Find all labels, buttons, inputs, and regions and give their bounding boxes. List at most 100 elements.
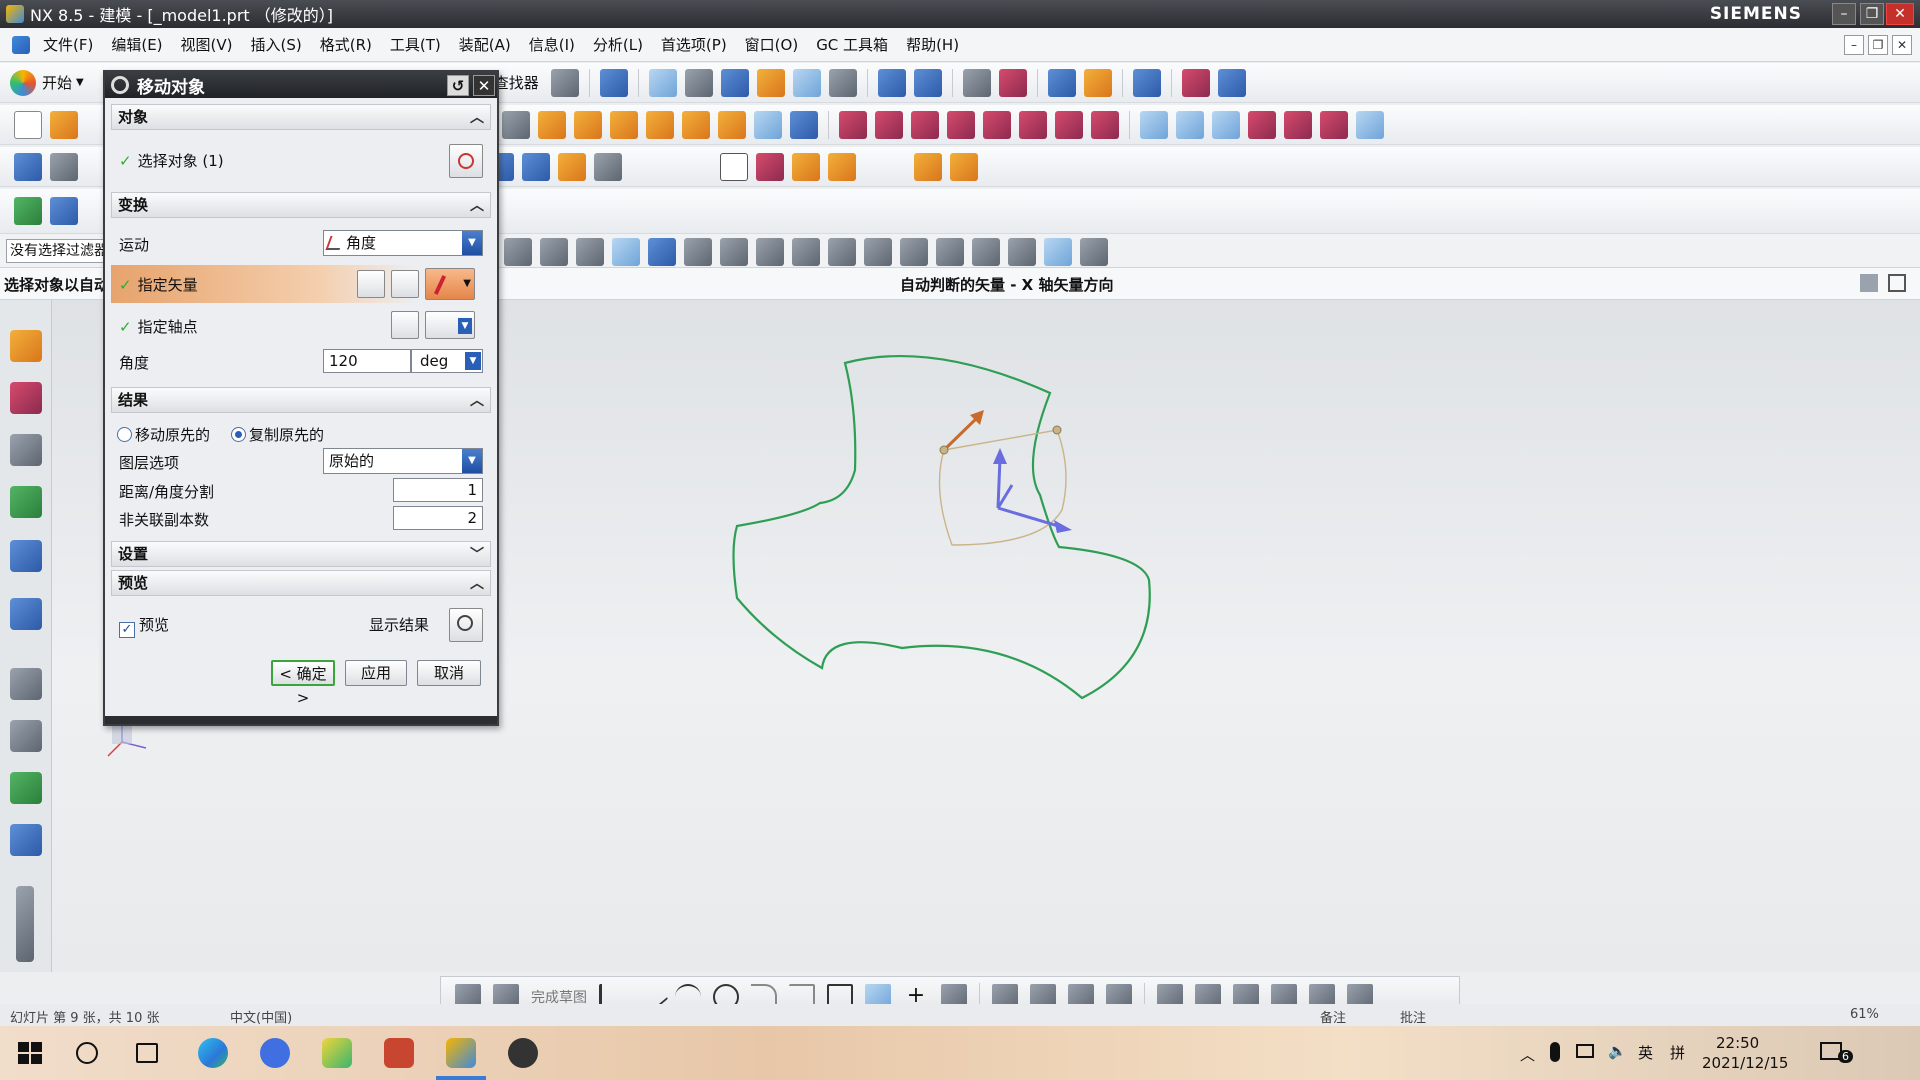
powerpoint-icon[interactable]: [384, 1038, 414, 1068]
ruler-icon[interactable]: [1217, 68, 1246, 97]
sew-icon[interactable]: [1019, 110, 1047, 139]
menu-view[interactable]: 视图(V): [172, 31, 242, 59]
history-icon[interactable]: [10, 668, 42, 700]
profile-curve[interactable]: [732, 355, 1151, 700]
hd3d-tools-icon[interactable]: [10, 540, 42, 572]
restore-button[interactable]: ❐: [1860, 3, 1884, 25]
hole-icon[interactable]: [610, 110, 638, 139]
web-browser-icon[interactable]: [10, 598, 42, 630]
gear-icon[interactable]: [111, 76, 129, 94]
network-icon[interactable]: [1576, 1044, 1594, 1058]
layout-icon[interactable]: [550, 68, 579, 97]
move-original-option[interactable]: 移动原先的: [117, 424, 210, 445]
reverse-direction-button[interactable]: [357, 270, 385, 298]
shaded-icon[interactable]: [684, 68, 713, 97]
point-constructor-icon[interactable]: [1080, 238, 1108, 266]
menu-help[interactable]: 帮助(H): [897, 31, 968, 59]
app-b-icon[interactable]: [322, 1038, 352, 1068]
copy-original-option[interactable]: 复制原先的: [231, 424, 324, 445]
menu-analysis[interactable]: 分析(L): [584, 31, 652, 59]
zoom-level[interactable]: 61%: [1850, 1007, 1879, 1022]
volume-icon[interactable]: 🔈: [1608, 1042, 1627, 1060]
select-object-row[interactable]: ✓ 选择对象 (1): [111, 140, 491, 180]
orient-icon[interactable]: [792, 68, 821, 97]
pivot-point[interactable]: [939, 445, 949, 455]
mesh-surface-icon[interactable]: [1176, 110, 1204, 139]
search-icon[interactable]: [76, 1042, 98, 1064]
menu-window[interactable]: 窗口(O): [736, 31, 808, 59]
menu-assembly[interactable]: 装配(A): [450, 31, 520, 59]
roles-icon[interactable]: [10, 824, 42, 856]
clock-date[interactable]: 2021/12/15: [1702, 1054, 1788, 1072]
split-icon[interactable]: [983, 110, 1011, 139]
datum-axis-icon[interactable]: [522, 152, 550, 181]
start-button[interactable]: 开始 ▼: [10, 69, 84, 96]
part-navigator-tab-icon[interactable]: [10, 434, 42, 466]
select-mode-icon[interactable]: [913, 68, 942, 97]
motion-select[interactable]: 角度 ▼: [323, 230, 483, 256]
task-view-icon[interactable]: [136, 1043, 158, 1063]
windows-start-icon[interactable]: [16, 1038, 46, 1068]
triangle-icon[interactable]: [720, 152, 748, 181]
fullscreen-icon[interactable]: [1860, 274, 1878, 292]
assembly-navigator-icon[interactable]: [10, 330, 42, 362]
snap-endpoint-icon[interactable]: [684, 238, 712, 266]
ruled-icon[interactable]: [1356, 110, 1384, 139]
reset-icon[interactable]: ↺: [447, 75, 469, 96]
expression-icon[interactable]: [828, 152, 856, 181]
section-preview-header[interactable]: 预览 ︿: [111, 570, 491, 596]
close-window-button[interactable]: ✕: [1886, 3, 1914, 25]
microphone-icon[interactable]: [1550, 1042, 1560, 1062]
n-sided-icon[interactable]: [1320, 110, 1348, 139]
menu-preferences[interactable]: 首选项(P): [652, 31, 736, 59]
render-style-icon[interactable]: [599, 68, 628, 97]
through-curves-icon[interactable]: [1212, 110, 1240, 139]
vector-dialog-button[interactable]: [391, 270, 419, 298]
unite-icon[interactable]: [790, 110, 818, 139]
thicken-icon[interactable]: [1055, 110, 1083, 139]
reuse-library-icon[interactable]: [10, 486, 42, 518]
edge-browser-icon[interactable]: [198, 1038, 228, 1068]
ime-mode[interactable]: 拼: [1670, 1042, 1685, 1063]
add-point-icon[interactable]: [792, 152, 820, 181]
bridge-icon[interactable]: [1284, 110, 1312, 139]
part-navigator-icon[interactable]: [50, 197, 78, 225]
sweep-icon[interactable]: [1091, 110, 1119, 139]
motion-icon[interactable]: [1132, 68, 1161, 97]
move-original-radio[interactable]: [117, 427, 132, 442]
nx-taskbar-icon[interactable]: [446, 1038, 476, 1068]
cancel-button[interactable]: 取消: [417, 660, 481, 686]
chamfer-icon[interactable]: [682, 110, 710, 139]
measure-icon[interactable]: [1083, 68, 1112, 97]
new-file-icon[interactable]: [14, 110, 42, 139]
draft-icon[interactable]: [947, 110, 975, 139]
inferred-point-dropdown[interactable]: ▼: [425, 311, 475, 339]
snap-icon[interactable]: [1047, 68, 1076, 97]
menu-insert[interactable]: 插入(S): [242, 31, 311, 59]
crosshair-select-button[interactable]: [449, 144, 483, 178]
pattern-icon[interactable]: [839, 110, 867, 139]
copies-input[interactable]: 2: [393, 506, 483, 530]
snap-on-curve-icon[interactable]: [1008, 238, 1036, 266]
block-icon[interactable]: [538, 110, 566, 139]
select-faces-icon[interactable]: [612, 238, 640, 266]
doc-restore-button[interactable]: ❐: [1868, 35, 1888, 55]
menu-information[interactable]: 信息(I): [520, 31, 584, 59]
cube-view-icon[interactable]: [720, 68, 749, 97]
snap-existing-point-icon[interactable]: [972, 238, 1000, 266]
angle-unit-select[interactable]: deg ▼: [411, 349, 483, 373]
section-object-header[interactable]: 对象 ︿: [111, 104, 491, 130]
snap-tangent-icon[interactable]: [828, 238, 856, 266]
constraint-navigator-icon[interactable]: [10, 382, 42, 414]
edge-blend-icon[interactable]: [646, 110, 674, 139]
snap-quadrant-icon[interactable]: [936, 238, 964, 266]
select-body-icon[interactable]: [648, 238, 676, 266]
undo-icon[interactable]: [504, 238, 532, 266]
lark-app-icon[interactable]: [260, 1038, 290, 1068]
minimize-button[interactable]: –: [1832, 3, 1856, 25]
fit-view-icon[interactable]: [648, 68, 677, 97]
layer-settings-icon[interactable]: [50, 152, 78, 181]
process-studio-icon[interactable]: [10, 772, 42, 804]
check-icon[interactable]: [14, 197, 42, 225]
menu-file[interactable]: 文件(F): [34, 31, 102, 59]
